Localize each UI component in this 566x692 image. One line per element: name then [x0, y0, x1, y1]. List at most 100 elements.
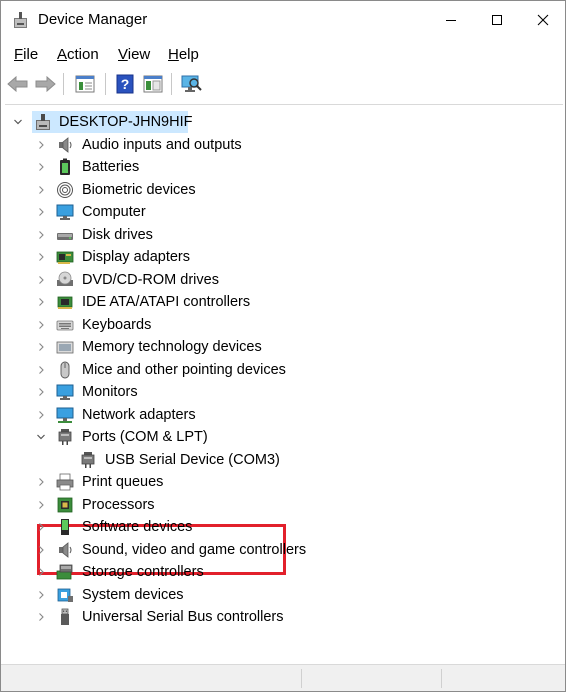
tree-root-row[interactable]: DESKTOP-JHN9HIF	[5, 111, 563, 133]
port-icon	[81, 452, 95, 468]
chevron-right-icon[interactable]	[36, 162, 46, 172]
tree-category-label: Software devices	[82, 519, 193, 535]
chevron-right-icon[interactable]	[36, 297, 46, 307]
menu-action-accelerator: A	[57, 46, 68, 63]
chevron-down-icon[interactable]	[13, 117, 23, 127]
forward-arrow-icon	[35, 76, 56, 92]
tree-category-label: Batteries	[82, 159, 140, 175]
disk-drive-icon	[57, 233, 73, 240]
device-manager-window: Device Manager File Action View Help ? D…	[0, 0, 566, 692]
tree-category-row[interactable]: System devices	[5, 584, 563, 606]
tree-category-row[interactable]: Processors	[5, 494, 563, 516]
menu-file[interactable]: File	[14, 46, 38, 64]
chevron-right-icon[interactable]	[36, 252, 46, 262]
tree-category-row[interactable]: Network adapters	[5, 404, 563, 426]
optical-drive-icon	[57, 271, 73, 286]
scan-hardware-button[interactable]	[179, 73, 203, 95]
tree-category-label: Storage controllers	[82, 564, 204, 580]
tree-category-row[interactable]: Storage controllers	[5, 561, 563, 583]
tree-category-label: DVD/CD-ROM drives	[82, 272, 219, 288]
tree-category-row[interactable]: Mice and other pointing devices	[5, 359, 563, 381]
display-adapter-icon	[56, 251, 74, 264]
tree-category-row[interactable]: Print queues	[5, 471, 563, 493]
back-button[interactable]	[6, 73, 30, 95]
tree-category-label: Audio inputs and outputs	[82, 137, 242, 153]
menu-help-accelerator: H	[168, 46, 179, 63]
toolbar-separator	[105, 73, 106, 95]
toolbar-separator	[63, 73, 64, 95]
processor-icon	[57, 497, 73, 513]
chevron-down-icon[interactable]	[36, 432, 46, 442]
toolbar: ?	[1, 67, 565, 101]
chevron-right-icon[interactable]	[36, 500, 46, 510]
minimize-icon	[446, 20, 456, 21]
chevron-right-icon[interactable]	[36, 365, 46, 375]
show-hide-console-tree-button[interactable]	[141, 73, 165, 95]
chevron-right-icon[interactable]	[36, 185, 46, 195]
tree-category-row[interactable]: DVD/CD-ROM drives	[5, 269, 563, 291]
tree-category-row[interactable]: Computer	[5, 201, 563, 223]
tree-category-label: IDE ATA/ATAPI controllers	[82, 294, 251, 310]
chevron-right-icon[interactable]	[36, 275, 46, 285]
status-segment	[1, 669, 302, 688]
show-hide-console-tree-icon	[143, 75, 163, 93]
chevron-right-icon[interactable]	[36, 567, 46, 577]
properties-button[interactable]	[73, 73, 97, 95]
chevron-right-icon[interactable]	[36, 410, 46, 420]
maximize-button[interactable]	[474, 1, 520, 39]
menu-help-label: elp	[178, 46, 199, 63]
keyboard-icon	[56, 320, 74, 331]
chevron-right-icon[interactable]	[36, 387, 46, 397]
chevron-right-icon[interactable]	[36, 590, 46, 600]
fingerprint-icon	[57, 182, 73, 198]
chevron-right-icon[interactable]	[36, 342, 46, 352]
menu-action[interactable]: Action	[57, 46, 99, 64]
chevron-right-icon[interactable]	[36, 230, 46, 240]
chevron-right-icon[interactable]	[36, 522, 46, 532]
help-button[interactable]: ?	[113, 73, 137, 95]
tree-category-label: Sound, video and game controllers	[82, 542, 307, 558]
tree-category-row[interactable]: Software devices	[5, 516, 563, 538]
chevron-right-icon[interactable]	[36, 612, 46, 622]
close-icon	[537, 14, 549, 26]
speaker-icon	[59, 137, 72, 153]
status-bar	[1, 664, 565, 691]
system-device-icon	[57, 588, 73, 602]
chevron-right-icon[interactable]	[36, 545, 46, 555]
tree-category-label: Keyboards	[82, 317, 152, 333]
chevron-right-icon[interactable]	[36, 207, 46, 217]
tree-category-row[interactable]: Batteries	[5, 156, 563, 178]
tree-category-label: Memory technology devices	[82, 339, 262, 355]
menu-file-accelerator: F	[14, 46, 24, 63]
minimize-button[interactable]	[428, 1, 474, 39]
tree-category-row[interactable]: IDE ATA/ATAPI controllers	[5, 291, 563, 313]
tree-category-row[interactable]: Memory technology devices	[5, 336, 563, 358]
back-arrow-icon	[7, 76, 28, 92]
device-tree[interactable]: DESKTOP-JHN9HIF Audio inputs and outputs…	[5, 104, 563, 665]
tree-category-row[interactable]: Keyboards	[5, 314, 563, 336]
maximize-icon	[492, 15, 502, 25]
tree-device-row[interactable]: USB Serial Device (COM3)	[5, 449, 563, 471]
tree-category-row[interactable]: Audio inputs and outputs	[5, 134, 563, 156]
forward-button[interactable]	[33, 73, 57, 95]
tree-category-label: Biometric devices	[82, 182, 196, 198]
tree-category-row[interactable]: Disk drives	[5, 224, 563, 246]
tree-category-row[interactable]: Universal Serial Bus controllers	[5, 606, 563, 628]
help-icon: ?	[116, 74, 134, 94]
toolbar-separator	[171, 73, 172, 95]
chevron-right-icon[interactable]	[36, 477, 46, 487]
close-button[interactable]	[520, 1, 565, 39]
tree-category-row[interactable]: Ports (COM & LPT)	[5, 426, 563, 448]
tree-category-row[interactable]: Sound, video and game controllers	[5, 539, 563, 561]
tree-category-row[interactable]: Biometric devices	[5, 179, 563, 201]
menu-help[interactable]: Help	[168, 46, 199, 64]
chevron-right-icon[interactable]	[36, 320, 46, 330]
tree-category-row[interactable]: Monitors	[5, 381, 563, 403]
tree-category-label: Network adapters	[82, 407, 196, 423]
port-icon	[58, 429, 72, 445]
menu-view[interactable]: View	[118, 46, 150, 64]
status-segment	[301, 669, 442, 688]
chevron-right-icon[interactable]	[36, 140, 46, 150]
title-bar[interactable]: Device Manager	[1, 1, 565, 39]
tree-category-row[interactable]: Display adapters	[5, 246, 563, 268]
